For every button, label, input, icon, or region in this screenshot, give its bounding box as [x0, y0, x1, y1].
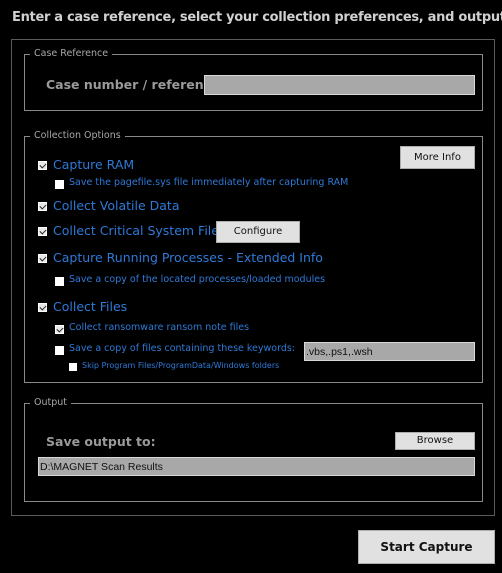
browse-button[interactable]: Browse — [395, 432, 475, 450]
collection-options-legend: Collection Options — [30, 130, 125, 141]
save-processes-label[interactable]: Save a copy of the located processes/loa… — [69, 274, 325, 285]
skip-folders-label[interactable]: Skip Program Files/ProgramData/Windows f… — [82, 361, 279, 370]
collect-volatile-label[interactable]: Collect Volatile Data — [53, 198, 179, 213]
collect-ransom-checkbox[interactable] — [55, 325, 64, 334]
collect-files-label[interactable]: Collect Files — [53, 299, 127, 314]
case-number-label: Case number / reference: — [46, 77, 225, 92]
output-legend: Output — [30, 397, 71, 408]
save-processes-checkbox[interactable] — [55, 277, 64, 286]
save-pagefile-checkbox[interactable] — [55, 180, 64, 189]
case-number-input[interactable] — [204, 75, 475, 95]
collect-files-checkbox[interactable] — [38, 303, 47, 312]
capture-ram-label[interactable]: Capture RAM — [53, 157, 134, 172]
collect-ransom-label[interactable]: Collect ransomware ransom note files — [69, 322, 249, 333]
save-keywords-label[interactable]: Save a copy of files containing these ke… — [69, 343, 295, 354]
save-output-label: Save output to: — [46, 434, 156, 449]
page-heading: Enter a case reference, select your coll… — [12, 10, 502, 25]
output-group — [24, 403, 483, 502]
case-reference-legend: Case Reference — [30, 48, 113, 59]
capture-ram-checkbox[interactable] — [38, 161, 47, 170]
start-capture-button[interactable]: Start Capture — [358, 530, 495, 564]
more-info-button[interactable]: More Info — [400, 146, 475, 169]
capture-processes-label[interactable]: Capture Running Processes - Extended Inf… — [53, 250, 323, 265]
configure-button[interactable]: Configure — [216, 221, 300, 243]
capture-processes-checkbox[interactable] — [38, 254, 47, 263]
save-keywords-checkbox[interactable] — [55, 346, 64, 355]
save-pagefile-label[interactable]: Save the pagefile.sys file immediately a… — [69, 177, 348, 188]
collect-critical-label[interactable]: Collect Critical System Files — [53, 223, 225, 238]
output-path-input[interactable] — [38, 457, 475, 476]
keywords-input[interactable] — [304, 342, 475, 361]
skip-folders-checkbox[interactable] — [69, 363, 77, 371]
collect-volatile-checkbox[interactable] — [38, 202, 47, 211]
collect-critical-checkbox[interactable] — [38, 227, 47, 236]
